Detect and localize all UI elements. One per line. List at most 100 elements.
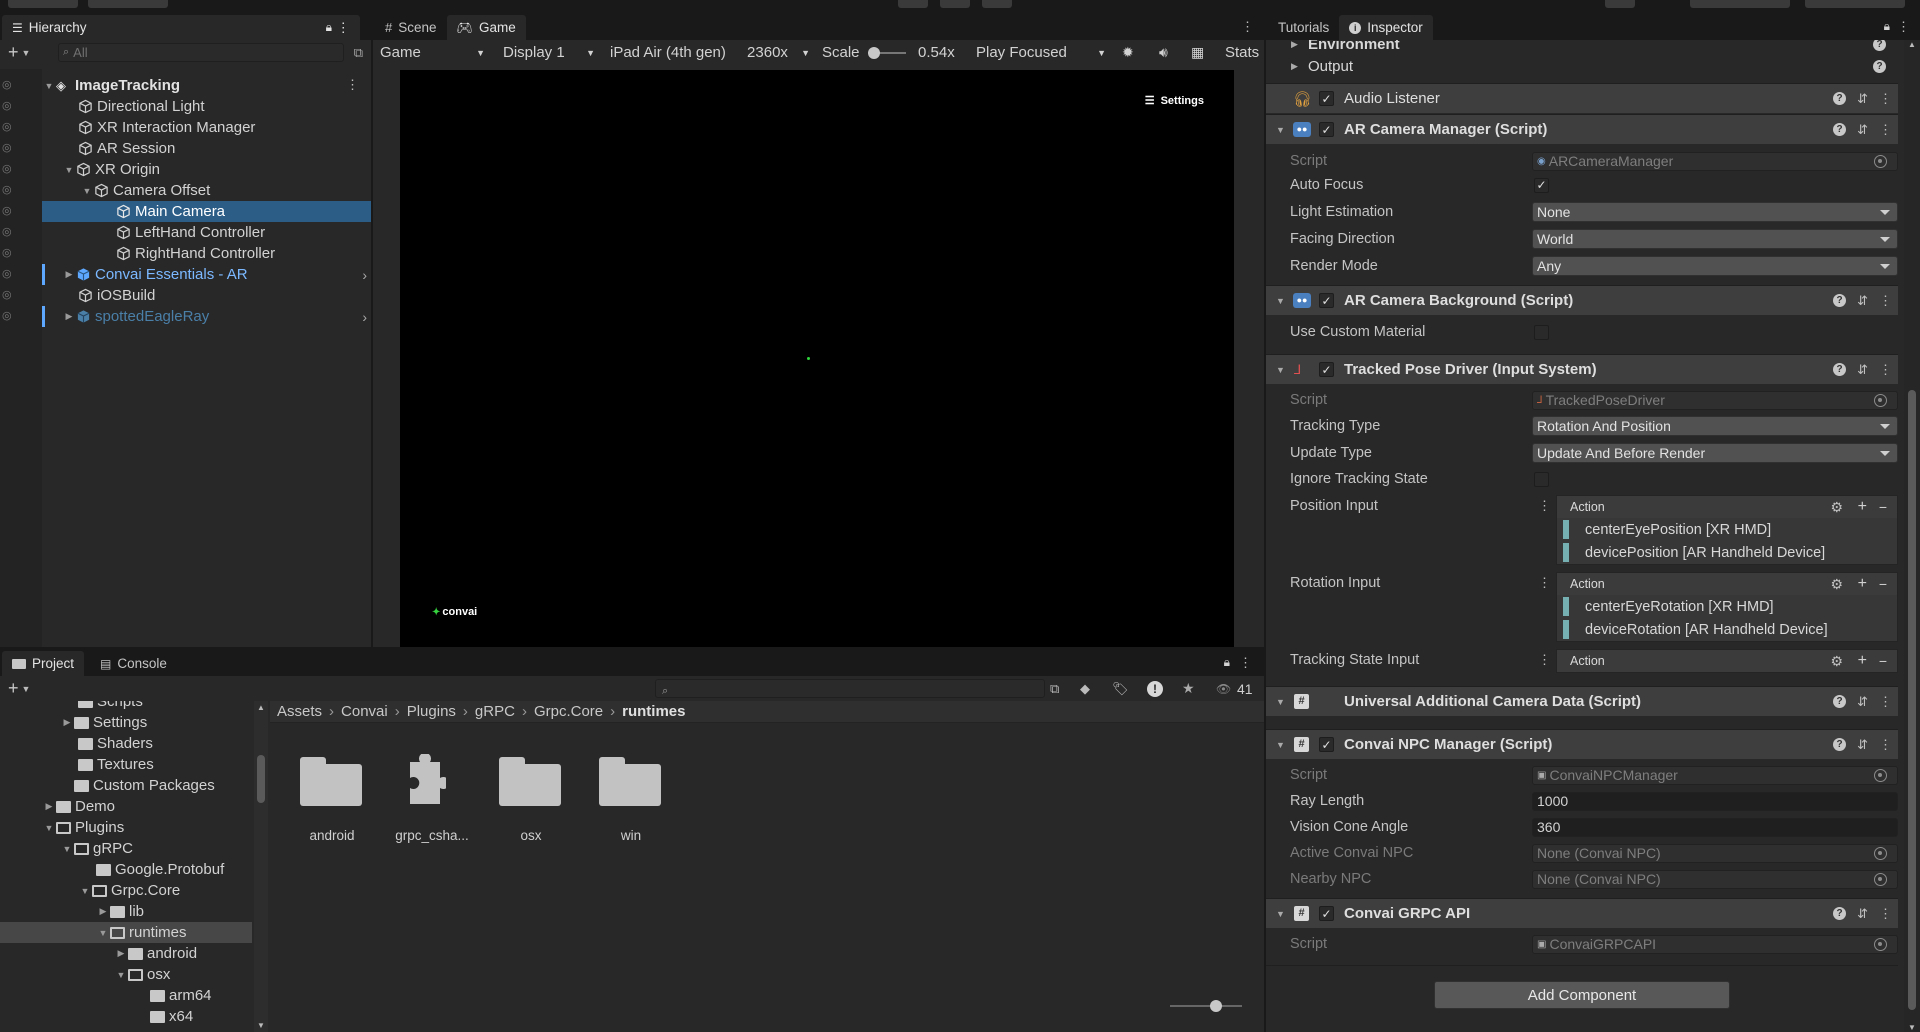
help-icon[interactable]: ? <box>1833 738 1847 751</box>
expand-arrow-icon[interactable]: ▼ <box>42 81 56 91</box>
object-picker-icon[interactable] <box>1874 937 1887 951</box>
help-icon[interactable]: ? <box>1833 294 1847 307</box>
tree-item[interactable]: ▶ Demo <box>42 796 115 817</box>
binding-item[interactable]: centerEyePosition [XR HMD] <box>1557 518 1897 541</box>
tree-item[interactable]: ▼ osx <box>114 964 171 985</box>
help-icon[interactable]: ? <box>1833 695 1847 708</box>
hierarchy-item-convai-essentials[interactable]: ▶ Convai Essentials - AR › <box>62 264 367 285</box>
environment-row[interactable]: ▶ Environment ? <box>1266 40 1898 55</box>
kebab-menu-icon[interactable]: ⋮ <box>1538 652 1551 668</box>
hierarchy-item-main-camera[interactable]: Main Camera <box>42 201 371 222</box>
foldout-arrow-icon[interactable]: ▼ <box>1276 125 1285 135</box>
preset-icon[interactable]: ⇵ <box>1857 737 1868 753</box>
expand-arrow-icon[interactable]: ▶ <box>60 717 74 728</box>
audio-listener-header[interactable]: 🎧︎ ✓ Audio Listener ? ⇵ ⋮ <box>1266 83 1898 113</box>
inspector-scrollbar[interactable]: ▲ ▼ <box>1904 40 1920 1032</box>
kebab-menu-icon[interactable]: ⋮ <box>337 20 351 36</box>
hierarchy-item-directional-light[interactable]: Directional Light <box>78 96 205 117</box>
kebab-menu-icon[interactable]: ⋮ <box>1879 737 1892 753</box>
lock-icon[interactable]: 🔒︎ <box>326 20 332 35</box>
lock-icon[interactable]: 🔒︎ <box>1224 655 1230 670</box>
preset-icon[interactable]: ⇵ <box>1857 122 1868 138</box>
tree-item[interactable]: ▶ android <box>114 943 198 964</box>
hierarchy-item-camera-offset[interactable]: ▼ Camera Offset <box>80 180 211 201</box>
scale-slider[interactable] <box>868 46 906 59</box>
tree-item[interactable]: x64 <box>150 1006 193 1027</box>
enabled-checkbox[interactable]: ✓ <box>1319 293 1334 308</box>
add-component-button[interactable]: Add Component <box>1434 981 1730 1009</box>
hierarchy-item-righthand-controller[interactable]: RightHand Controller <box>116 243 275 264</box>
preset-icon[interactable]: ⇵ <box>1857 906 1868 922</box>
tab-project[interactable]: Project <box>2 651 85 676</box>
kebab-menu-icon[interactable]: ⋮ <box>1897 19 1910 35</box>
kebab-menu-icon[interactable]: ⋮ <box>1879 122 1892 138</box>
enabled-checkbox[interactable]: ✓ <box>1319 122 1334 137</box>
tree-item[interactable]: ▶ Settings <box>60 712 148 733</box>
tree-scrollbar[interactable]: ▲ ▼ <box>254 701 268 1032</box>
resolution-dropdown[interactable]: iPad Air (4th gen) 2360x ▼ <box>605 43 815 63</box>
tab-inspector[interactable]: i Inspector <box>1339 15 1433 40</box>
use-custom-material-checkbox[interactable] <box>1534 324 1549 340</box>
cloud-button[interactable] <box>88 0 168 8</box>
breadcrumb-item[interactable]: runtimes <box>622 703 685 720</box>
visibility-eye-icon[interactable]: ◎ <box>2 225 18 238</box>
update-type-dropdown[interactable]: Update And Before Render <box>1532 443 1898 463</box>
layers-dropdown[interactable] <box>1690 0 1790 8</box>
visibility-eye-icon[interactable]: ◎ <box>2 99 18 112</box>
tree-item[interactable]: Textures <box>78 754 154 775</box>
tree-item[interactable]: Shaders <box>78 733 153 754</box>
object-picker-icon[interactable] <box>1874 768 1887 782</box>
filter-type-icon[interactable]: ◆ <box>1080 681 1090 697</box>
enabled-checkbox[interactable]: ✓ <box>1319 91 1334 106</box>
light-estimation-dropdown[interactable]: None <box>1532 202 1898 222</box>
tree-item[interactable]: arm64 <box>150 985 212 1006</box>
foldout-arrow-icon[interactable]: ▼ <box>1276 296 1285 306</box>
kebab-menu-icon[interactable]: ⋮ <box>1879 293 1892 309</box>
gear-icon[interactable]: ⚙ <box>1830 576 1843 593</box>
preset-icon[interactable]: ⇵ <box>1857 694 1868 710</box>
tree-item[interactable]: Google.Protobuf <box>96 859 224 880</box>
expand-arrow-icon[interactable]: ▼ <box>42 823 56 833</box>
expand-arrow-icon[interactable]: ▼ <box>78 886 92 896</box>
help-icon[interactable]: ? <box>1833 363 1847 376</box>
tree-item[interactable]: ▼ gRPC <box>60 838 133 859</box>
asset-android[interactable] <box>300 754 364 810</box>
expand-arrow-icon[interactable]: ▼ <box>114 970 128 980</box>
help-icon[interactable]: ? <box>1873 40 1886 51</box>
gizmo-grid-icon[interactable]: ▦ <box>1191 44 1204 61</box>
expand-arrow-icon[interactable]: ▼ <box>62 165 76 175</box>
lock-icon[interactable]: 🔒︎ <box>1884 19 1890 34</box>
foldout-arrow-icon[interactable]: ▼ <box>1276 909 1285 919</box>
object-picker-icon[interactable] <box>1874 872 1887 886</box>
object-picker-icon[interactable] <box>1874 846 1887 860</box>
hierarchy-item-xr-interaction-manager[interactable]: XR Interaction Manager <box>78 117 255 138</box>
scene-visibility-icon[interactable]: ⧉ <box>354 45 363 61</box>
tracked-pose-driver-header[interactable]: ▼ ⅃ ✓ Tracked Pose Driver (Input System)… <box>1266 354 1898 384</box>
speaker-icon[interactable]: 🔊︎ <box>1159 44 1168 61</box>
visibility-eye-icon[interactable]: ◎ <box>2 288 18 301</box>
tab-game[interactable]: 🎮︎ Game <box>446 15 526 40</box>
hierarchy-item-xr-origin[interactable]: ▼ XR Origin <box>62 159 161 180</box>
visibility-eye-icon[interactable]: ◎ <box>2 120 18 133</box>
binding-item[interactable]: centerEyeRotation [XR HMD] <box>1557 595 1897 618</box>
game-viewport[interactable]: ☰ Settings ✦ convai <box>400 70 1234 647</box>
project-search-input[interactable]: ⌕ <box>655 679 1045 698</box>
expand-arrow-icon[interactable]: ▶ <box>114 948 128 959</box>
tree-item[interactable]: ▶ lib <box>96 901 144 922</box>
visibility-eye-icon[interactable]: ◎ <box>2 309 18 322</box>
eye-count-icon[interactable]: 👁︎ <box>1216 682 1231 696</box>
object-picker-icon[interactable] <box>1874 393 1887 407</box>
expand-arrow-icon[interactable]: ▶ <box>96 906 110 917</box>
visibility-eye-icon[interactable]: ◎ <box>2 141 18 154</box>
tree-item-runtimes[interactable]: ▼ runtimes <box>96 922 187 943</box>
kebab-menu-icon[interactable]: ⋮ <box>1538 575 1551 591</box>
tree-item[interactable]: Custom Packages <box>60 775 215 796</box>
expand-arrow-icon[interactable]: ▶ <box>62 269 76 280</box>
preset-icon[interactable]: ⇵ <box>1857 293 1868 309</box>
search-input[interactable]: ⌕ All <box>58 43 344 62</box>
scene-root[interactable]: ▼ ◈ ImageTracking <box>42 75 181 96</box>
object-picker-icon[interactable] <box>1874 154 1887 168</box>
expand-arrow-icon[interactable]: ▼ <box>96 928 110 938</box>
remove-icon[interactable]: − <box>1879 576 1887 592</box>
add-icon[interactable]: + <box>1858 498 1867 516</box>
